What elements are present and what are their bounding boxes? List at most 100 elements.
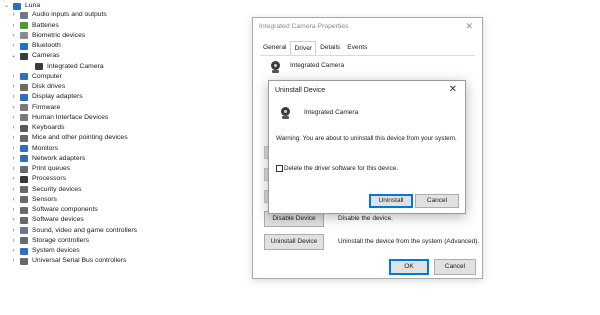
tree-item[interactable]: › Sound, video and game controllers (10, 226, 137, 236)
usb-icon (20, 257, 28, 265)
tree-item[interactable]: › Processors (10, 174, 66, 184)
tree-item-label: Integrated Camera (47, 62, 104, 70)
tree-item[interactable]: ⌄ Cameras (10, 51, 60, 61)
chevron-right-icon[interactable]: › (10, 174, 17, 184)
chevron-right-icon[interactable]: › (10, 195, 17, 205)
chevron-right-icon[interactable]: › (10, 10, 17, 20)
keyboard-icon (20, 124, 28, 132)
chevron-right-icon[interactable]: › (10, 246, 17, 256)
network-icon (20, 155, 28, 163)
tree-item[interactable]: › Security devices (10, 185, 82, 195)
tree-item[interactable]: › Sensors (10, 195, 57, 205)
camera-icon (280, 107, 291, 120)
chevron-right-icon[interactable]: › (10, 133, 17, 143)
tree-item-label: Biometric devices (32, 31, 86, 39)
system-icon (20, 247, 28, 255)
tree-item-label: Sensors (32, 195, 57, 203)
chevron-right-icon[interactable]: › (10, 256, 17, 266)
uninstall-device-description: Uninstall the device from the system (Ad… (338, 238, 480, 245)
chevron-right-icon[interactable]: › (10, 41, 17, 51)
dialog-device-name: Integrated Camera (304, 109, 359, 116)
chevron-right-icon[interactable]: › (10, 205, 17, 215)
bluetooth-icon (20, 42, 28, 50)
chevron-right-icon[interactable]: › (10, 154, 17, 164)
monitor-icon (20, 145, 28, 153)
tab-divider (260, 55, 475, 56)
tree-item-label: Batteries (32, 21, 59, 29)
tree-item[interactable]: › System devices (10, 246, 80, 256)
chevron-right-icon[interactable]: › (10, 103, 17, 113)
security-icon (20, 186, 28, 194)
chevron-right-icon[interactable]: › (10, 144, 17, 154)
tab-driver[interactable]: Driver (290, 41, 317, 56)
chevron-right-icon[interactable]: › (10, 123, 17, 133)
tree-item-label: Security devices (32, 185, 82, 193)
tree-item-label: Software devices (32, 216, 84, 224)
tree-item[interactable]: › Firmware (10, 103, 60, 113)
tree-item[interactable]: › Universal Serial Bus controllers (10, 256, 126, 266)
chevron-down-icon[interactable]: ⌄ (3, 1, 10, 11)
chevron-right-icon[interactable]: › (10, 21, 17, 31)
firmware-icon (20, 104, 28, 111)
processor-icon (20, 175, 28, 183)
tree-item[interactable]: › Biometric devices (10, 31, 85, 41)
chevron-right-icon[interactable]: › (10, 92, 17, 102)
chevron-right-icon[interactable]: › (10, 82, 17, 92)
uninstall-device-button[interactable]: Uninstall Device (264, 234, 324, 250)
chevron-right-icon[interactable]: › (10, 236, 17, 246)
tree-item[interactable]: Integrated Camera (25, 62, 104, 72)
tab-strip: General Driver Details Events (260, 41, 371, 56)
uninstall-button[interactable]: Uninstall (369, 194, 413, 208)
tree-item-label: Firmware (32, 103, 61, 111)
chevron-right-icon[interactable]: › (10, 72, 17, 82)
tree-item[interactable]: › Monitors (10, 144, 58, 154)
tree-item-label: Audio inputs and outputs (32, 11, 107, 19)
tree-item[interactable]: › Computer (10, 72, 62, 82)
tree-item[interactable]: › Software devices (10, 215, 84, 225)
tree-item[interactable]: › Software components (10, 205, 98, 215)
cancel-button[interactable]: Cancel (434, 259, 476, 275)
tree-item[interactable]: › Network adapters (10, 154, 85, 164)
delete-driver-label[interactable]: Delete the driver software for this devi… (284, 165, 398, 172)
properties-title: Integrated Camera Properties (259, 23, 349, 30)
chevron-right-icon[interactable]: › (10, 113, 17, 123)
tree-item-label: Processors (32, 175, 66, 183)
tree-item-label: Human Interface Devices (32, 113, 109, 121)
chevron-right-icon[interactable]: › (10, 185, 17, 195)
tab-events[interactable]: Events (344, 41, 370, 55)
chevron-right-icon[interactable]: › (10, 215, 17, 225)
storage-icon (20, 237, 28, 245)
tree-item[interactable]: › Storage controllers (10, 236, 89, 246)
tree-item[interactable]: › Audio inputs and outputs (10, 10, 107, 20)
tree-item-label: Monitors (32, 144, 59, 152)
chevron-down-icon[interactable]: ⌄ (10, 51, 17, 61)
properties-titlebar: Integrated Camera Properties ✕ (253, 18, 482, 35)
sound-icon (20, 227, 28, 235)
tree-item[interactable]: › Mice and other pointing devices (10, 133, 128, 143)
dialog-title: Uninstall Device (275, 87, 326, 94)
tree-item[interactable]: › Bluetooth (10, 41, 61, 51)
chevron-right-icon[interactable]: › (10, 226, 17, 236)
tab-general[interactable]: General (260, 41, 289, 55)
tree-item[interactable]: › Disk drives (10, 82, 65, 92)
computer-icon (13, 2, 21, 10)
tree-item[interactable]: › Display adapters (10, 92, 83, 102)
delete-driver-checkbox[interactable] (276, 165, 283, 172)
tab-details[interactable]: Details (317, 41, 343, 55)
chevron-right-icon[interactable]: › (10, 31, 17, 41)
camera-icon (270, 61, 281, 74)
tree-item-label: Universal Serial Bus controllers (32, 257, 127, 265)
dialog-cancel-button[interactable]: Cancel (415, 194, 459, 208)
close-icon[interactable]: ✕ (449, 84, 457, 95)
uninstall-dialog: Uninstall Device ✕ Integrated Camera War… (268, 80, 466, 214)
tree-item[interactable]: › Keyboards (10, 123, 65, 133)
tree-item[interactable]: › Batteries (10, 21, 59, 31)
tree-item[interactable]: › Print queues (10, 164, 70, 174)
ok-button[interactable]: OK (389, 259, 429, 275)
uninstall-warning: Warning: You are about to uninstall this… (276, 135, 457, 142)
close-icon[interactable]: ✕ (465, 18, 473, 35)
tree-item[interactable]: › Human Interface Devices (10, 113, 108, 123)
software-device-icon (20, 216, 28, 224)
computer-icon (20, 73, 28, 81)
chevron-right-icon[interactable]: › (10, 164, 17, 174)
